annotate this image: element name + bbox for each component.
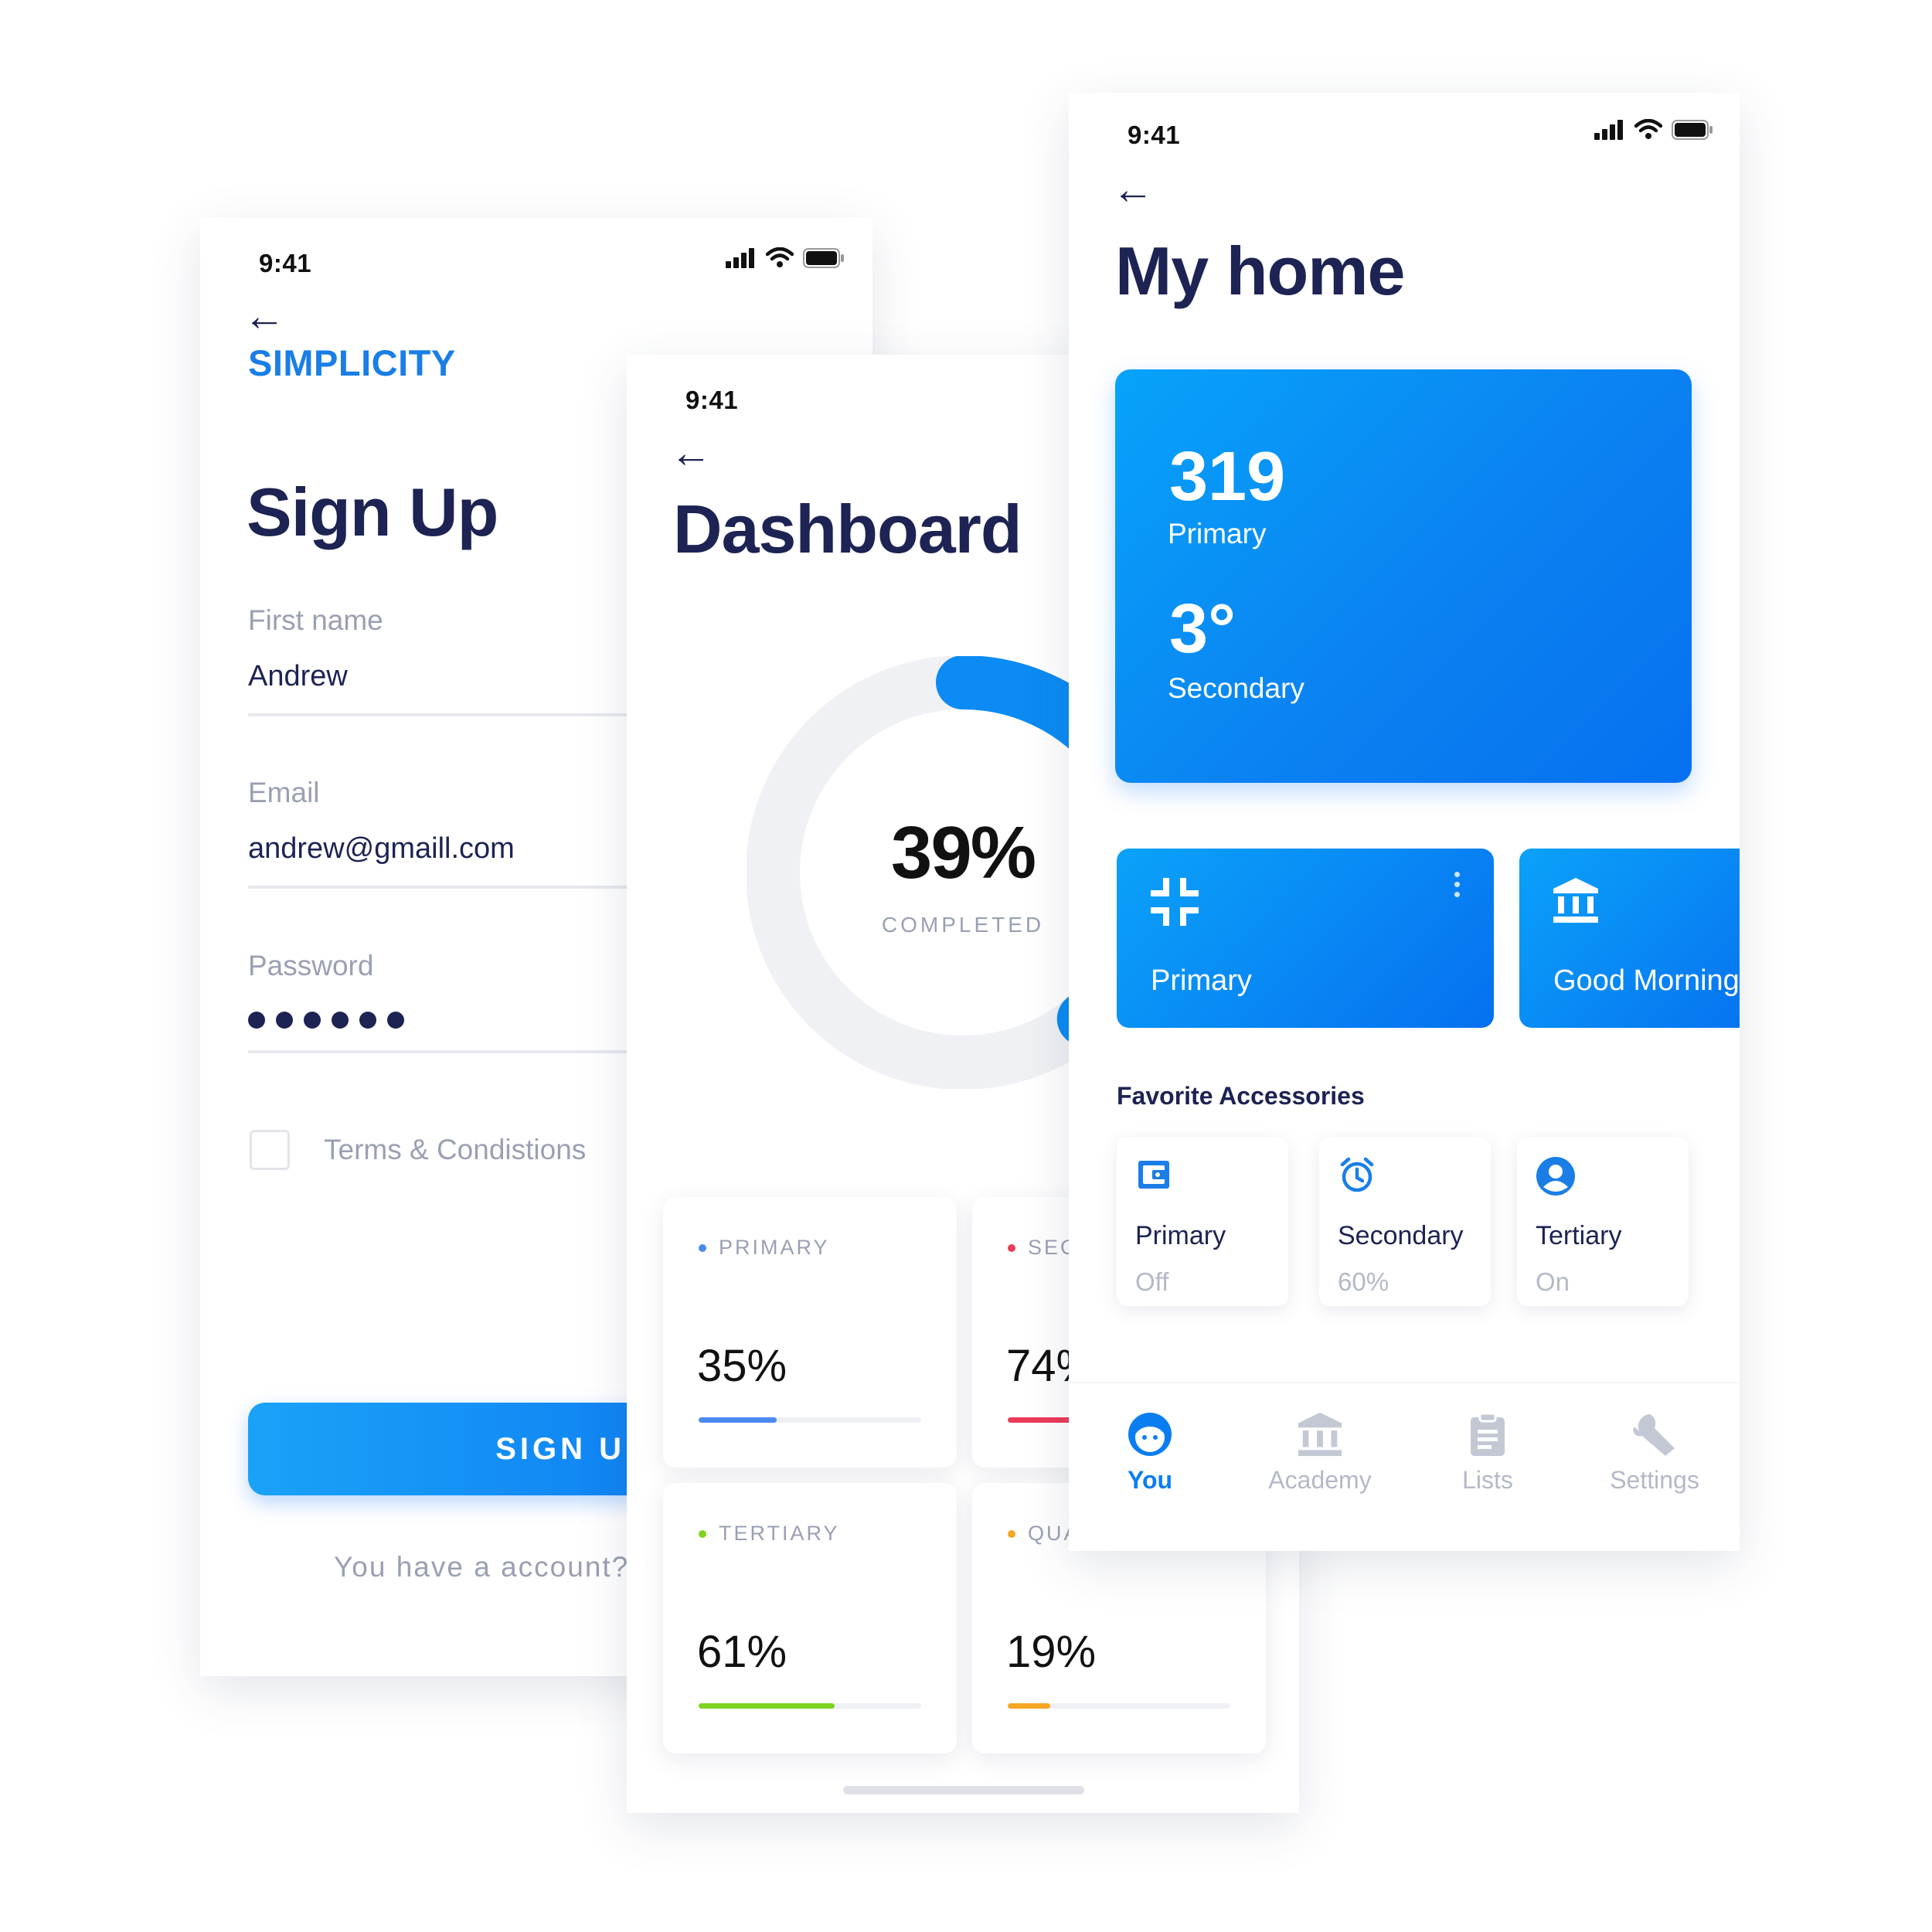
page-title: Sign Up <box>247 474 498 550</box>
card-value: 35% <box>697 1341 787 1391</box>
card-title: PRIMARY <box>719 1236 830 1259</box>
progress-track <box>699 1417 921 1423</box>
user-circle-icon <box>1536 1157 1575 1196</box>
accessory-name: Secondary <box>1338 1221 1464 1250</box>
status-time: 9:41 <box>1128 121 1181 149</box>
tab-label: Lists <box>1462 1466 1513 1494</box>
progress-fill <box>699 1417 777 1423</box>
card-value: 61% <box>697 1627 787 1677</box>
summary-label-secondary: Secondary <box>1168 672 1304 704</box>
scene-tile-good-morning[interactable]: Good Morning <box>1519 849 1740 1028</box>
battery-icon <box>803 248 844 268</box>
progress-track <box>699 1703 921 1709</box>
tab-label: Academy <box>1268 1466 1372 1494</box>
status-dot <box>699 1243 706 1252</box>
card-title: TERTIARY <box>719 1522 840 1545</box>
accessory-state: On <box>1536 1267 1570 1296</box>
bank-icon <box>1553 878 1598 923</box>
tab-label: Settings <box>1610 1466 1699 1494</box>
wifi-icon <box>1634 119 1662 139</box>
page-title: My home <box>1115 233 1405 309</box>
summary-label-primary: Primary <box>1168 518 1267 549</box>
back-arrow-icon[interactable]: ← <box>1112 168 1154 210</box>
status-dot <box>1008 1243 1015 1252</box>
more-options-icon[interactable] <box>1454 872 1460 897</box>
scene-tile-primary[interactable]: Primary <box>1117 849 1494 1028</box>
clipboard-icon <box>1471 1412 1505 1456</box>
status-dot <box>1008 1529 1015 1538</box>
accessory-name: Primary <box>1135 1221 1226 1250</box>
tab-settings[interactable]: Settings <box>1585 1411 1724 1495</box>
summary-card[interactable]: 319 Primary 3° Secondary <box>1115 369 1692 783</box>
terms-label: Terms & Condistions <box>324 1134 587 1165</box>
wifi-icon <box>766 247 794 267</box>
battery-icon <box>1672 120 1713 140</box>
progress-fill <box>699 1703 835 1709</box>
card-value: 19% <box>1006 1627 1097 1677</box>
tab-academy[interactable]: Academy <box>1250 1411 1389 1495</box>
tile-label: Primary <box>1151 964 1252 997</box>
accessory-state: 60% <box>1338 1267 1389 1296</box>
accessory-card-primary[interactable]: Primary Off <box>1117 1138 1288 1306</box>
section-title: Favorite Accessories <box>1117 1082 1365 1110</box>
tab-label: You <box>1127 1466 1173 1494</box>
accessory-card-secondary[interactable]: Secondary 60% <box>1319 1138 1491 1306</box>
status-icons <box>1594 119 1713 141</box>
back-arrow-icon[interactable]: ← <box>243 295 285 337</box>
bank-icon <box>1298 1412 1342 1457</box>
tab-lists[interactable]: Lists <box>1418 1411 1557 1495</box>
stat-card-primary[interactable]: PRIMARY 35% <box>663 1197 957 1468</box>
home-indicator[interactable] <box>843 1786 1084 1794</box>
accessory-state: Off <box>1135 1267 1169 1296</box>
back-arrow-icon[interactable]: ← <box>670 432 712 474</box>
wrench-icon <box>1633 1414 1675 1456</box>
status-dot <box>699 1529 706 1538</box>
bottom-tab-bar: You Academy Lists Settings <box>1069 1382 1740 1551</box>
signal-icon <box>1594 120 1623 140</box>
progress-track <box>1008 1703 1230 1709</box>
accessory-card-tertiary[interactable]: Tertiary On <box>1517 1138 1689 1306</box>
home-screen: 9:41 ← My home 319 Primary 3° Secondary … <box>1069 93 1740 1551</box>
status-time: 9:41 <box>259 249 312 277</box>
face-icon <box>1128 1413 1172 1456</box>
collapse-icon <box>1151 878 1199 926</box>
have-account-link[interactable]: You have a account? <box>334 1551 629 1583</box>
progress-fill <box>1008 1703 1050 1709</box>
alarm-icon <box>1340 1157 1374 1192</box>
summary-value-secondary: 3° <box>1169 590 1236 668</box>
accessory-name: Tertiary <box>1536 1221 1622 1250</box>
signal-icon <box>726 248 754 268</box>
brand-logo-text: SIMPLICITY <box>248 342 456 383</box>
tab-you[interactable]: You <box>1080 1411 1219 1495</box>
terms-checkbox[interactable] <box>250 1130 290 1170</box>
tile-label: Good Morning <box>1553 964 1740 997</box>
stat-card-tertiary[interactable]: TERTIARY 61% <box>663 1483 957 1753</box>
page-title: Dashboard <box>673 491 1022 567</box>
status-icons <box>726 247 845 269</box>
status-time: 9:41 <box>685 386 739 414</box>
wallet-icon <box>1138 1161 1169 1189</box>
summary-value-primary: 319 <box>1169 438 1286 515</box>
